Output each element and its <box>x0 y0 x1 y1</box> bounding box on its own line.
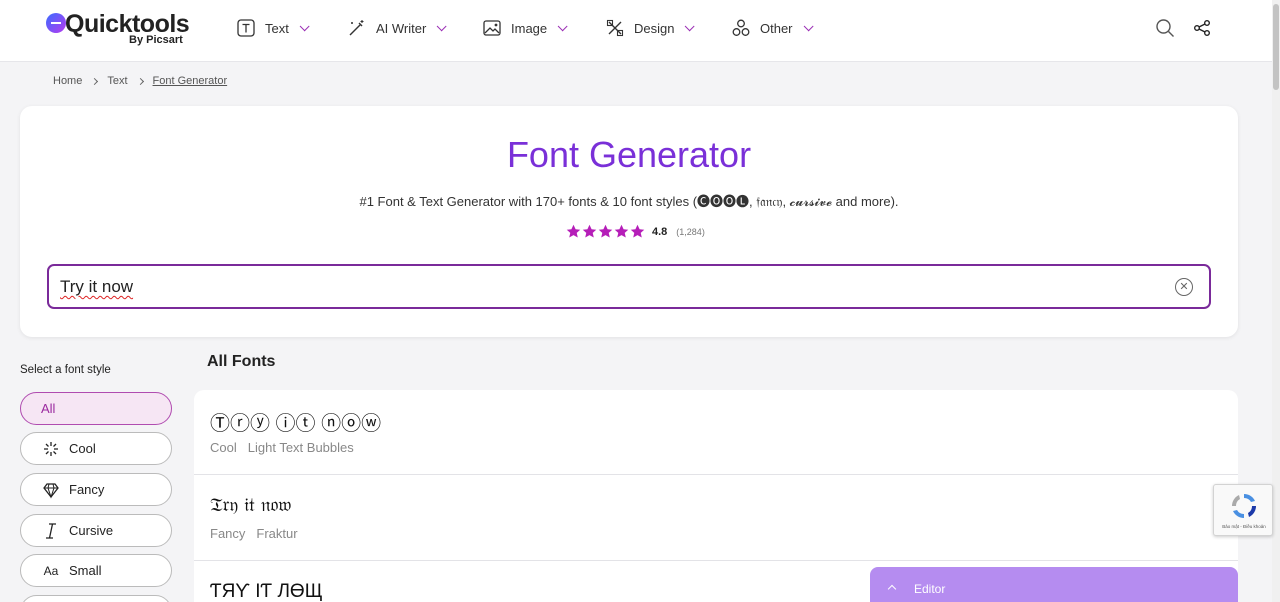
style-cursive-button[interactable]: Cursive <box>20 514 172 547</box>
chevron-down-icon <box>803 20 814 31</box>
site-header: Quicktools By Picsart Text AI Writer Ima… <box>0 0 1272 62</box>
cursive-i-icon <box>41 521 61 541</box>
editor-panel[interactable]: Editor <box>870 567 1238 602</box>
star-icon <box>598 224 613 238</box>
rating-value: 4.8 <box>652 225 668 238</box>
rating-count: (1,284) <box>676 226 705 237</box>
style-all-button[interactable]: All <box>20 392 172 425</box>
diamond-icon <box>41 480 61 500</box>
star-icon <box>566 224 581 238</box>
font-row[interactable]: Ⓣⓡⓨ ⓘⓣ ⓝⓞⓦ Cool Light Text Bubbles <box>194 390 1238 475</box>
nav-design[interactable]: Design <box>605 17 696 39</box>
nav-other[interactable]: Other <box>731 17 814 39</box>
rating: 4.8 (1,284) <box>566 224 705 239</box>
sparkle-icon <box>41 439 61 459</box>
star-icon <box>582 224 597 238</box>
font-sample[interactable]: ƬЯƳ IƬ ЛӨЩ <box>210 581 323 602</box>
share-icon[interactable] <box>1191 17 1213 39</box>
quicktools-logo[interactable]: Quicktools By Picsart <box>46 10 190 50</box>
font-row[interactable]: 𝔗𝔯𝔶 𝔦𝔱 𝔫𝔬𝔴 Fancy Fraktur <box>194 475 1238 561</box>
font-sample[interactable]: Ⓣⓡⓨ ⓘⓣ ⓝⓞⓦ <box>210 407 381 436</box>
chevron-down-icon <box>685 20 696 31</box>
nav-label: Other <box>760 20 793 36</box>
style-label: Cool <box>69 441 96 456</box>
style-fancy-button[interactable]: Fancy <box>20 473 172 506</box>
style-cool-button[interactable]: Cool <box>20 432 172 465</box>
font-name-tag: Light Text Bubbles <box>247 440 354 455</box>
chevron-down-icon <box>436 20 447 31</box>
clear-icon[interactable]: ✕ <box>1175 278 1193 296</box>
breadcrumb-text[interactable]: Text <box>107 75 127 87</box>
logo-mark-icon <box>46 13 66 33</box>
breadcrumb-home[interactable]: Home <box>53 75 82 87</box>
font-category-tag: Cool <box>210 440 237 455</box>
style-label: Small <box>69 563 102 578</box>
page-scrollbar[interactable] <box>1272 0 1280 602</box>
nav-ai-writer[interactable]: AI Writer <box>347 17 447 39</box>
chevron-right-icon <box>91 77 99 85</box>
page-title: Font Generator <box>506 134 752 175</box>
nav-label: AI Writer <box>376 20 427 36</box>
chevron-right-icon <box>136 77 144 85</box>
recaptcha-text[interactable]: Bảo mật - Điều khoản <box>1216 524 1272 529</box>
nav-label: Text <box>265 20 289 36</box>
small-aa-icon: Aa <box>43 563 59 578</box>
chevron-down-icon <box>557 20 568 31</box>
chevron-down-icon <box>299 20 310 31</box>
breadcrumb-current[interactable]: Font Generator <box>153 75 228 87</box>
text-input-value[interactable]: Try it now <box>60 277 133 297</box>
nav-text[interactable]: Text <box>236 17 310 39</box>
magic-wand-icon <box>347 18 367 38</box>
breadcrumb: Home Text Font Generator <box>53 75 227 87</box>
recaptcha-icon <box>1231 493 1257 519</box>
text-box-icon <box>236 18 256 38</box>
star-icon <box>630 224 645 238</box>
chevron-up-icon <box>887 584 897 594</box>
font-name-tag: Fraktur <box>256 526 298 541</box>
design-tools-icon <box>605 18 625 38</box>
style-label: Fancy <box>69 482 105 497</box>
style-small-button[interactable]: Aa Small <box>20 554 172 587</box>
editor-label: Editor <box>914 582 946 596</box>
recaptcha-badge[interactable]: Bảo mật - Điều khoản <box>1213 484 1273 536</box>
style-label: Cursive <box>69 523 114 538</box>
nav-label: Image <box>511 20 548 36</box>
style-next-button[interactable] <box>20 595 172 602</box>
text-input[interactable]: Try it now ✕ <box>47 264 1211 309</box>
all-fonts-heading: All Fonts <box>207 353 276 370</box>
font-style-label: Select a font style <box>20 364 111 376</box>
hero-card: Font Generator #1 Font & Text Generator … <box>20 106 1238 337</box>
search-icon[interactable] <box>1154 17 1176 39</box>
nav-image[interactable]: Image <box>482 17 568 39</box>
scrollbar-thumb[interactable] <box>1273 4 1279 90</box>
logo-subtext: By Picsart <box>129 34 183 46</box>
page-subtitle: #1 Font & Text Generator with 170+ fonts… <box>359 194 899 209</box>
font-tags: Fancy Fraktur <box>210 526 309 541</box>
image-icon <box>482 18 502 38</box>
nav-label: Design <box>634 20 675 36</box>
style-label: All <box>41 401 56 416</box>
font-category-tag: Fancy <box>210 526 246 541</box>
font-sample[interactable]: 𝔗𝔯𝔶 𝔦𝔱 𝔫𝔬𝔴 <box>210 494 291 516</box>
star-icon <box>614 224 629 238</box>
font-tags: Cool Light Text Bubbles <box>210 440 365 455</box>
shapes-icon <box>731 18 751 38</box>
